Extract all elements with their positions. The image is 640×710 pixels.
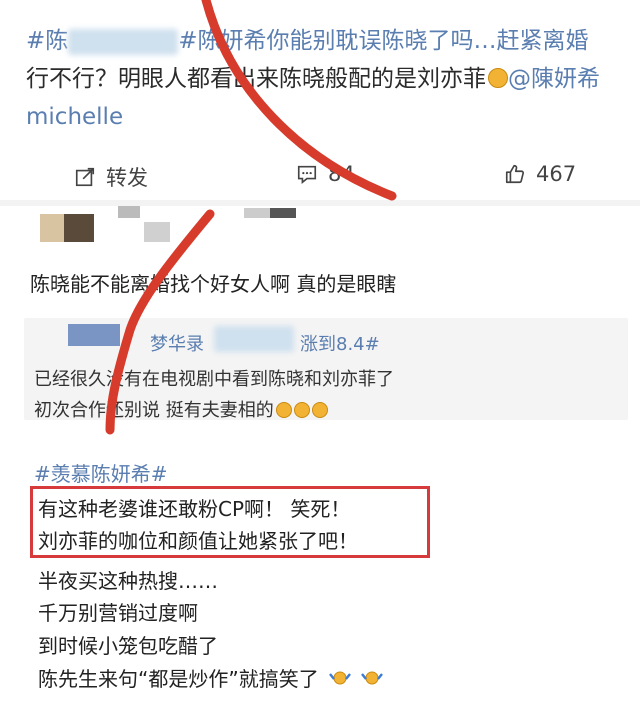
topic-tag[interactable]: #陈 bbox=[26, 28, 68, 54]
comment-count: 84 bbox=[328, 162, 355, 186]
mention-link[interactable]: @陳妍希 bbox=[508, 66, 600, 92]
like-count: 467 bbox=[536, 162, 577, 186]
post-line-2: 行不行？明眼人都看出来陈晓般配的是刘亦菲 bbox=[26, 66, 486, 92]
post-text: #陈 #陈妍希你能别耽误陈晓了吗…赶紧离婚 行不行？明眼人都看出来陈晓般配的是刘亦… bbox=[26, 22, 636, 136]
blurred-text bbox=[68, 28, 179, 55]
repost-icon bbox=[75, 167, 95, 187]
quote-line-2: 初次合作还别说 挺有夫妻相的 bbox=[34, 396, 328, 422]
avatar-fragment bbox=[244, 208, 270, 218]
laugh-emoji-icon bbox=[275, 402, 292, 418]
highlight-line-2: 刘亦菲的咖位和颜值让她紧张了吧！ bbox=[38, 529, 358, 553]
quote-line-1: 已经很久没有在电视剧中看到陈晓和刘亦菲了 bbox=[34, 369, 394, 390]
comment-button[interactable]: 84 bbox=[296, 162, 355, 186]
action-bar: 转发 84 467 bbox=[0, 150, 640, 200]
avatar-fragment bbox=[118, 206, 140, 218]
laugh-emoji-icon bbox=[311, 402, 328, 418]
quote-topic-left[interactable]: 梦华录 bbox=[150, 330, 204, 356]
quote-topic-right[interactable]: 涨到8.4# bbox=[300, 330, 380, 356]
blurred-text bbox=[214, 326, 294, 352]
sweat-smile-emoji-icon bbox=[488, 68, 508, 88]
comment-line-3: 半夜买这种热搜…… bbox=[38, 569, 218, 593]
comment-line-4: 千万别营销过度啊 bbox=[38, 601, 198, 625]
repost-label: 转发 bbox=[106, 166, 148, 190]
avatar-fragment bbox=[270, 208, 296, 218]
comment-line-5: 到时候小笼包吃醋了 bbox=[38, 634, 218, 658]
shrug-emoji-icon bbox=[361, 671, 384, 685]
mention-link-cont[interactable]: michelle bbox=[26, 104, 123, 130]
topic-tag-2[interactable]: #陈妍希你能别耽误陈晓了吗…赶紧离婚 bbox=[178, 28, 588, 54]
laugh-emoji-icon bbox=[293, 402, 310, 418]
shrug-emoji-icon bbox=[329, 671, 352, 685]
like-button[interactable]: 467 bbox=[504, 162, 576, 186]
pixelated-avatar bbox=[68, 324, 120, 346]
avatar-fragment bbox=[144, 222, 170, 242]
comment-text: 陈晓能不能离婚找个好女人啊 真的是眼瞎 bbox=[30, 272, 397, 296]
thumbs-up-icon bbox=[505, 164, 524, 184]
comment-icon bbox=[297, 165, 317, 184]
avatar-fragment bbox=[64, 214, 94, 242]
topic-tag-lower[interactable]: #羡慕陈妍希# bbox=[34, 458, 168, 487]
repost-button[interactable]: 转发 bbox=[74, 162, 148, 192]
highlight-line-1: 有这种老婆谁还敢粉CP啊！ 笑死！ bbox=[38, 497, 351, 521]
avatar-fragment bbox=[40, 214, 64, 242]
comment-line-6: 陈先生来句“都是炒作”就搞笑了 bbox=[38, 663, 384, 692]
divider bbox=[0, 200, 640, 206]
